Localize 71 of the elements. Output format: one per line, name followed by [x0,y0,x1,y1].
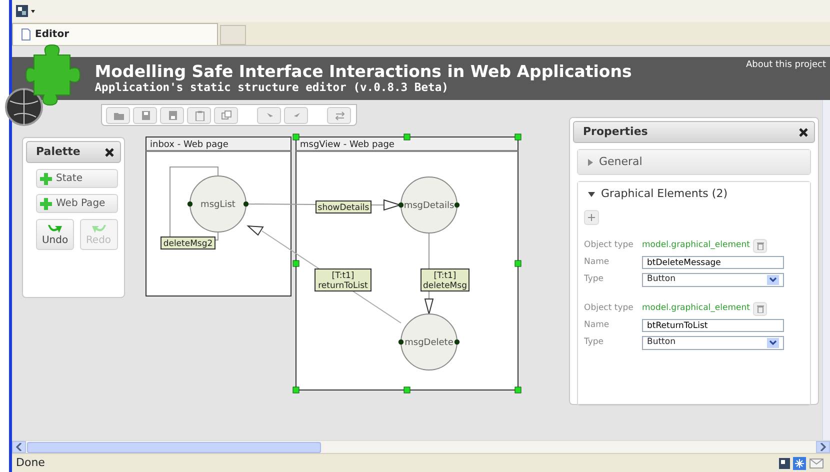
app-subtitle: Application's static structure editor (v.0.8.3 Beta) [94,81,450,94]
expanded-icon [588,192,595,196]
palette-button[interactable]: State [36,169,118,188]
object-type-value: model.graphical_element [642,302,750,315]
about-link[interactable]: About this project [746,59,826,72]
panel-title: Palette [36,144,80,160]
toolbar-button[interactable] [284,106,308,124]
plus-icon [588,214,595,221]
status-text: Done [16,454,45,471]
window-status-icon [778,456,790,470]
add-button[interactable] [584,210,599,225]
close-button[interactable] [105,146,114,158]
app-title: Modelling Safe Interface Interactions in Web Applications [94,61,632,81]
browser-tab[interactable]: Editor [12,23,218,45]
toolbar-button[interactable] [106,106,130,124]
snowflake-icon [793,456,806,470]
object-type-value: model.graphical_element [642,239,750,252]
delete-button[interactable] [753,302,767,316]
state-node[interactable]: msgList [187,176,249,232]
transition-label[interactable]: deleteMsg2 [160,236,216,250]
field-label: Type [584,336,605,349]
page-title: msgView - Web page [300,140,394,150]
state-node[interactable]: msgDetails [398,176,460,234]
page-title: inbox - Web page [150,140,228,150]
toolbar-button[interactable] [187,106,211,124]
field-label: Name [584,319,610,332]
page-icon [21,28,31,41]
name-field[interactable]: btReturnToList [642,319,784,332]
transition-label[interactable]: [T:t1] deleteMsg [420,268,470,292]
field-label: Object type [584,302,634,315]
toolbar-button[interactable] [214,106,238,124]
collapsed-icon [588,158,593,166]
scroll-left-button[interactable] [12,441,26,453]
scrollbar-thumb[interactable] [27,442,321,452]
plus-icon [40,172,52,184]
toolbar-button[interactable] [257,106,281,124]
delete-button[interactable] [753,238,767,252]
toolbar-button[interactable] [133,106,157,124]
trash-icon [756,304,764,312]
toolbar-button[interactable] [327,106,351,124]
save-icon [140,110,150,120]
undo-button[interactable]: Undo [36,219,74,250]
transition-label[interactable]: showDetails [316,200,372,214]
palette-button[interactable]: Web Page [36,194,118,213]
new-tab-button[interactable] [220,25,246,45]
plus-icon [40,198,52,210]
field-label: Name [584,256,610,269]
trash-icon [756,242,764,250]
panel-title: Properties [583,124,648,140]
vertical-scrollbar[interactable] [822,100,830,440]
undo-arrow-icon [46,222,64,235]
name-field[interactable]: btDeleteMessage [642,256,784,269]
mail-icon [809,456,824,470]
close-button[interactable] [799,126,808,138]
scroll-right-button[interactable] [816,441,830,453]
state-node[interactable]: msgDelete [398,314,460,370]
redo-arrow-icon [90,222,108,235]
window-menu-icon[interactable] [16,4,36,18]
type-dropdown[interactable]: Button [642,336,784,350]
field-label: Object type [584,239,634,252]
copy-icon [220,110,232,120]
dropdown-arrow-icon [767,274,779,284]
section-header[interactable]: General [578,150,810,174]
dropdown-arrow-icon [767,338,779,348]
field-label: Type [584,273,605,286]
swap-arrows-icon [334,110,344,120]
transition-label[interactable]: [T:t1] returnToList [314,268,372,292]
clipboard-icon [194,110,204,120]
toolbar-button[interactable] [160,106,184,124]
save-icon [166,110,178,120]
type-dropdown[interactable]: Button [642,272,784,286]
